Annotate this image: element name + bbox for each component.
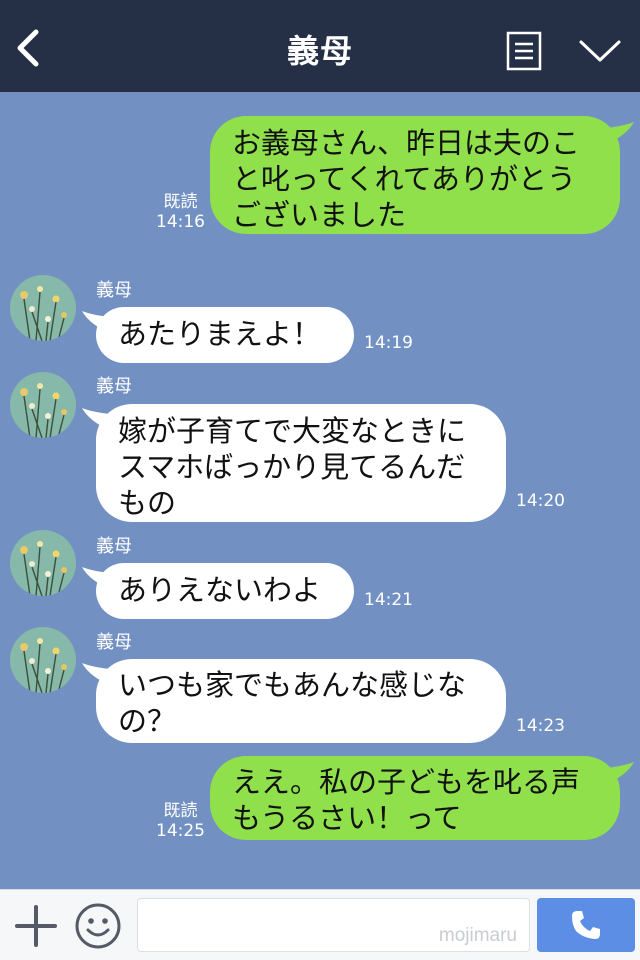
sender-name: 義母 [96, 280, 132, 301]
contact-avatar[interactable] [10, 275, 76, 341]
call-button[interactable] [537, 898, 635, 952]
sender-name: 義母 [96, 632, 132, 653]
read-receipt: 既読 14:25 [156, 801, 205, 841]
message-list[interactable]: 既読 14:16 お義母さん、昨日は夫のこ と叱ってくれてありがとう ございまし… [0, 92, 640, 889]
message-bubble-received[interactable]: 嫁が子育てで大変なときに スマホばっかり見てるんだ もの [82, 404, 506, 522]
sender-name: 義母 [96, 536, 132, 557]
message-input-bar: mojimaru [0, 889, 640, 960]
message-bubble-received[interactable]: あたりまえよ！ [82, 307, 354, 363]
contact-avatar[interactable] [10, 627, 76, 693]
read-receipt: 既読 14:16 [156, 192, 205, 232]
message-bubble-sent[interactable]: ええ。私の子どもを叱る声 もうるさい！って [210, 756, 634, 840]
chat-title: 義母 [286, 32, 353, 70]
watermark-text: mojimaru [438, 925, 517, 946]
sender-name: 義母 [96, 376, 132, 397]
contact-avatar[interactable] [10, 530, 76, 596]
message-time: 14:23 [516, 716, 565, 736]
chevron-down-icon[interactable] [578, 36, 622, 66]
message-time: 14:20 [516, 491, 565, 511]
message-bubble-received[interactable]: いつも家でもあんな感じな の？ [82, 659, 506, 743]
message-bubble-received[interactable]: ありえないわよ [82, 563, 354, 619]
document-list-icon[interactable] [506, 31, 542, 71]
plus-icon[interactable] [14, 904, 58, 948]
contact-avatar[interactable] [10, 372, 76, 438]
message-time: 14:19 [364, 333, 413, 353]
smiley-icon[interactable] [74, 902, 122, 950]
chat-header: 義母 [0, 0, 640, 92]
message-bubble-sent[interactable]: お義母さん、昨日は夫のこ と叱ってくれてありがとう ございました [210, 116, 634, 234]
phone-icon [572, 911, 600, 939]
message-time: 14:21 [364, 590, 413, 610]
message-text-input[interactable]: mojimaru [137, 898, 530, 952]
